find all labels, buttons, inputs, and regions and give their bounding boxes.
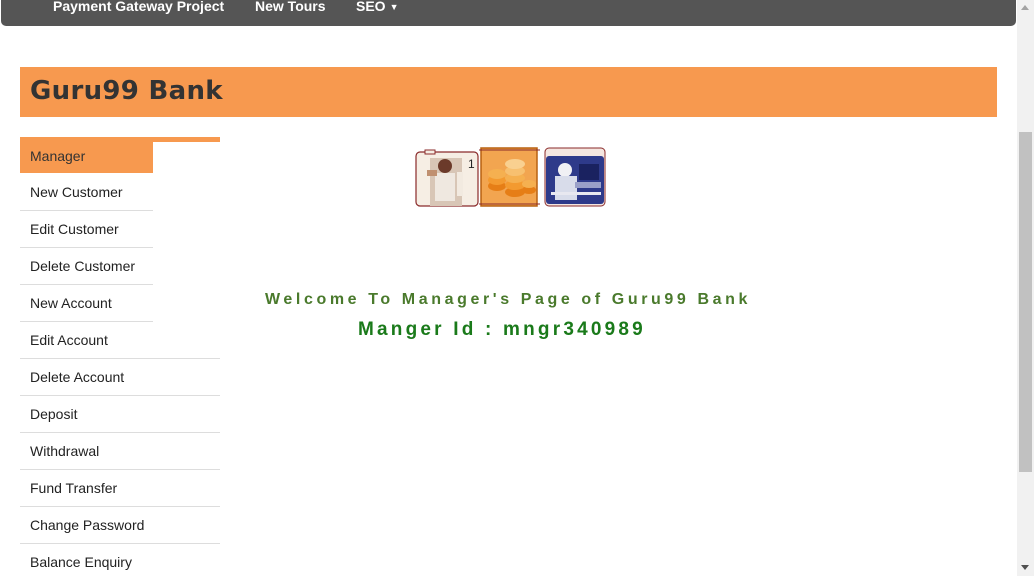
svg-text:1: 1 bbox=[468, 157, 475, 171]
page-scrollbar[interactable] bbox=[1017, 0, 1034, 576]
bank-banner-image: 1 bbox=[415, 147, 606, 207]
sidebar-item-new-customer[interactable]: New Customer bbox=[20, 174, 153, 211]
site-header-banner: Guru99 Bank bbox=[20, 67, 997, 117]
sidebar-item-edit-account[interactable]: Edit Account bbox=[20, 322, 220, 359]
nav-seo-dropdown[interactable]: SEO ▼ bbox=[356, 0, 399, 14]
man-on-phone-image: 1 bbox=[415, 149, 479, 207]
coins-image bbox=[479, 147, 540, 207]
sidebar-item-new-account[interactable]: New Account bbox=[20, 285, 153, 322]
sidebar-item-deposit[interactable]: Deposit bbox=[20, 396, 220, 433]
site-title: Guru99 Bank bbox=[30, 76, 223, 106]
scroll-up-arrow-icon[interactable] bbox=[1021, 5, 1029, 10]
sidebar-item-withdrawal[interactable]: Withdrawal bbox=[20, 433, 220, 470]
top-navbar: Payment Gateway Project New Tours SEO ▼ bbox=[1, 0, 1016, 26]
scrollbar-thumb[interactable] bbox=[1019, 132, 1032, 472]
sidebar-item-balance-enquiry[interactable]: Balance Enquiry bbox=[20, 544, 220, 581]
sidebar-item-edit-customer[interactable]: Edit Customer bbox=[20, 211, 153, 248]
nav-payment-gateway-project[interactable]: Payment Gateway Project bbox=[53, 0, 224, 14]
sidebar-item-delete-customer[interactable]: Delete Customer bbox=[20, 248, 153, 285]
welcome-message: Welcome To Manager's Page of Guru99 Bank bbox=[265, 291, 751, 308]
manager-id-text: Manger Id : mngr340989 bbox=[358, 319, 646, 340]
caret-down-icon: ▼ bbox=[389, 2, 399, 13]
sidebar-item-change-password[interactable]: Change Password bbox=[20, 507, 220, 544]
nav-new-tours[interactable]: New Tours bbox=[255, 0, 326, 14]
scroll-down-arrow-icon[interactable] bbox=[1021, 565, 1029, 570]
sidebar-item-delete-account[interactable]: Delete Account bbox=[20, 359, 220, 396]
sidebar-item-fund-transfer[interactable]: Fund Transfer bbox=[20, 470, 220, 507]
sidebar-item-manager[interactable]: Manager bbox=[20, 142, 153, 173]
nav-seo-label: SEO bbox=[356, 0, 386, 14]
woman-at-computer-image bbox=[544, 147, 606, 207]
